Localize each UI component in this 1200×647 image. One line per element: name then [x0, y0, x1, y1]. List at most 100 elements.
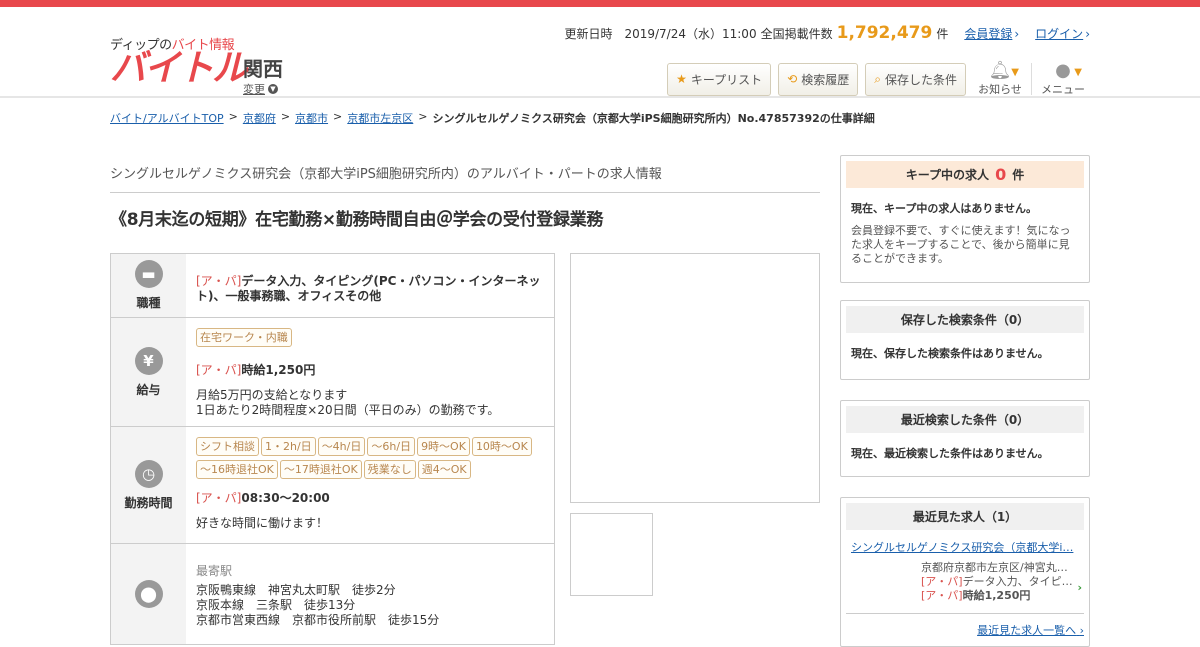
keep-note: 会員登録不要で、すぐに使えます！気になった求人をキープすることで、後から簡単に見…	[851, 224, 1071, 265]
header-info: 更新日時 2019/7/24（水）11:00 全国掲載件数 1,792,479 …	[564, 23, 1090, 43]
hours-note: 好きな時間に働けます！	[196, 516, 329, 530]
station-item: 京都市営東西線 京都市役所前駅 徒歩15分	[196, 613, 440, 627]
search-icon: ⌕	[874, 71, 881, 86]
station-item: 京阪鴨東線 神宮丸太町駅 徒歩2分	[196, 583, 396, 597]
chevron-down-icon: ▼	[1074, 67, 1082, 78]
job-info-table: ▬ 職種 [ア・パ]データ入力、タイピング(PC・パソコン・インターネット)、一…	[110, 253, 555, 645]
clock-icon: ◷	[134, 459, 163, 488]
job-photo-thumbnail[interactable]	[570, 513, 653, 596]
feature-tag: 週4〜OK	[417, 460, 471, 479]
hours-label: ◷ 勤務時間	[111, 427, 186, 543]
breadcrumb-current: シングルセルゲノミクス研究会（京都大学iPS細胞研究所内）No.47857392…	[432, 112, 875, 125]
notifications-button[interactable]: 🔔︎ ▼ お知らせ	[973, 61, 1027, 97]
job-title: 《8月末迄の短期》在宅勤務×勤務時間自由＠学会の受付登録業務	[110, 210, 604, 230]
salary-value: 在宅ワーク・内職 [ア・パ]時給1,250円 月給5万円の支給となります 1日あ…	[186, 318, 554, 426]
register-link[interactable]: 会員登録 ›	[964, 25, 1019, 42]
salary-label: ¥ 給与	[111, 318, 186, 426]
menu-label: メニュー	[1041, 83, 1085, 96]
feature-tag: ～6h/日	[367, 437, 416, 456]
salary-note: 月給5万円の支給となります	[196, 388, 348, 402]
recently-viewed-location: 京都府京都市左京区/神宮丸…	[921, 561, 1068, 574]
station-item: 京阪本線 三条駅 徒歩13分	[196, 598, 356, 612]
search-history-button[interactable]: ⟲ 検索履歴	[778, 62, 859, 96]
feature-tag: ～17時退社OK	[279, 460, 362, 479]
logo-wordmark: バイトル	[110, 48, 248, 89]
saved-conditions-button[interactable]: ⌕ 保存した条件	[865, 62, 966, 96]
hours-value: シフト相談 1・2h/日 ～4h/日 ～6h/日 9時～OK 10時～OK ～16時退社OK…	[186, 427, 554, 543]
recently-viewed-all-link[interactable]: 最近見た求人一覧へ ›	[846, 613, 1084, 638]
saved-search-panel: 保存した検索条件（0） 現在、保存した検索条件はありません。	[840, 300, 1090, 380]
site-header: ディップのバイト情報 バイトル 関西 変更 ▼ 更新日時 2019/7/24（水）…	[0, 7, 1200, 98]
feature-tag: ～16時退社OK	[196, 460, 278, 479]
chevron-right-icon: ›	[1014, 26, 1020, 41]
region-name: 関西	[243, 57, 283, 81]
recent-search-empty-message: 現在、最近検索した条件はありません。	[851, 447, 1049, 460]
hours-text: 08:30～20:00	[241, 491, 330, 505]
keep-title: キープ中の求人	[905, 168, 990, 182]
keep-count: 0	[995, 165, 1007, 184]
recently-viewed-panel: 最近見た求人（1） シングルセルゲノミクス研究会（京都大学i… 京都府京都市左京…	[840, 497, 1090, 647]
breadcrumb-separator: >	[418, 110, 428, 123]
recent-search-header: 最近検索した条件（0）	[846, 406, 1084, 433]
employment-type-tag: [ア・パ]	[196, 363, 242, 377]
feature-tag: 9時～OK	[417, 437, 470, 456]
count-unit: 件	[936, 26, 949, 41]
top-accent-bar	[0, 0, 1200, 7]
breadcrumb-link-city[interactable]: 京都市	[295, 110, 328, 126]
feature-tag: 10時～OK	[471, 437, 532, 456]
menu-button[interactable]: ● ▼ メニュー	[1036, 61, 1090, 97]
keep-list-button[interactable]: ★ キープリスト	[667, 62, 772, 96]
recently-viewed-job: データ入力、タイピ…	[962, 575, 1073, 588]
keep-panel-header: キープ中の求人 0 件	[846, 161, 1084, 188]
recently-viewed-item[interactable]: 京都府京都市左京区/神宮丸… [ア・パ]データ入力、タイピ… [ア・パ]時給1,…	[846, 561, 1084, 603]
breadcrumb-separator: >	[228, 110, 238, 123]
notifications-label: お知らせ	[978, 83, 1022, 96]
employment-type-tag: [ア・パ]	[921, 589, 963, 602]
breadcrumb-separator: >	[333, 110, 343, 123]
recent-search-panel: 最近検索した条件（0） 現在、最近検索した条件はありません。	[840, 400, 1090, 477]
breadcrumb-link-top[interactable]: バイト/アルバイトTOP	[110, 110, 224, 126]
employment-type-tag: [ア・パ]	[921, 575, 963, 588]
keep-unit: 件	[1012, 168, 1025, 182]
feature-tag: シフト相談	[196, 437, 259, 456]
keep-panel-body: 現在、キープ中の求人はありません。 会員登録不要で、すぐに使えます！気になった求…	[846, 188, 1084, 272]
feature-tag: 1・2h/日	[261, 437, 316, 456]
keep-panel: キープ中の求人 0 件 現在、キープ中の求人はありません。 会員登録不要で、すぐ…	[840, 155, 1090, 283]
breadcrumb-separator: >	[280, 110, 291, 123]
breadcrumb-link-prefecture[interactable]: 京都府	[243, 110, 276, 126]
updated-value: 2019/7/24（水）11:00	[624, 26, 757, 41]
salary-row: ¥ 給与 在宅ワーク・内職 [ア・パ]時給1,250円 月給5万円の支給となりま…	[111, 318, 554, 427]
salary-text: 時給1,250円	[241, 363, 316, 377]
recently-viewed-link[interactable]: シングルセルゲノミクス研究会（京都大学i…	[846, 539, 1084, 555]
site-logo[interactable]: ディップのバイト情報 バイトル	[110, 34, 248, 89]
map-pin-icon: ⬤	[134, 580, 163, 608]
saved-search-header: 保存した検索条件（0）	[846, 306, 1084, 333]
employment-type-tag: [ア・パ]	[196, 274, 242, 288]
listing-count: 1,792,479	[836, 23, 933, 43]
region-change-link[interactable]: 変更 ▼	[243, 81, 283, 97]
occupation-value: [ア・パ]データ入力、タイピング(PC・パソコン・インターネット)、一般事務職、…	[186, 254, 554, 317]
login-link[interactable]: ログイン ›	[1035, 25, 1090, 42]
station-heading: 最寄駅	[196, 564, 233, 578]
job-detail: シングルセルゲノミクス研究会（京都大学iPS細胞研究所内）のアルバイト・パートの…	[110, 155, 820, 645]
history-icon: ⟲	[787, 72, 798, 86]
location-value: 最寄駅 京阪鴨東線 神宮丸太町駅 徒歩2分 京阪本線 三条駅 徒歩13分 京都市…	[186, 544, 554, 644]
chevron-right-icon: ›	[1085, 26, 1090, 41]
job-photo-main	[570, 253, 820, 503]
region-selector: 関西 変更 ▼	[243, 59, 283, 97]
feature-tag: 残業なし	[363, 460, 416, 479]
breadcrumb-link-ward[interactable]: 京都市左京区	[347, 110, 413, 126]
chevron-down-icon: ▼	[1011, 67, 1019, 78]
chevron-right-icon: ›	[1077, 581, 1082, 594]
count-label: 全国掲載件数	[760, 26, 833, 41]
recently-viewed-salary: 時給1,250円	[962, 589, 1031, 602]
location-row: ⬤ 最寄駅 京阪鴨東線 神宮丸太町駅 徒歩2分 京阪本線 三条駅 徒歩13分 京…	[111, 544, 554, 644]
hours-row: ◷ 勤務時間 シフト相談 1・2h/日 ～4h/日 ～6h/日 9時～OK 10時～OK ～…	[111, 427, 554, 544]
recently-viewed-header: 最近見た求人（1）	[846, 503, 1084, 530]
chevron-down-icon: ▼	[268, 84, 278, 94]
employment-type-tag: [ア・パ]	[196, 491, 242, 505]
divider	[1031, 63, 1032, 95]
salary-note: 1日あたり2時間程度×20日間（平日のみ）の勤務です。	[196, 403, 500, 417]
yen-icon: ¥	[134, 346, 163, 375]
company-heading: シングルセルゲノミクス研究会（京都大学iPS細胞研究所内）のアルバイト・パートの…	[110, 155, 820, 193]
